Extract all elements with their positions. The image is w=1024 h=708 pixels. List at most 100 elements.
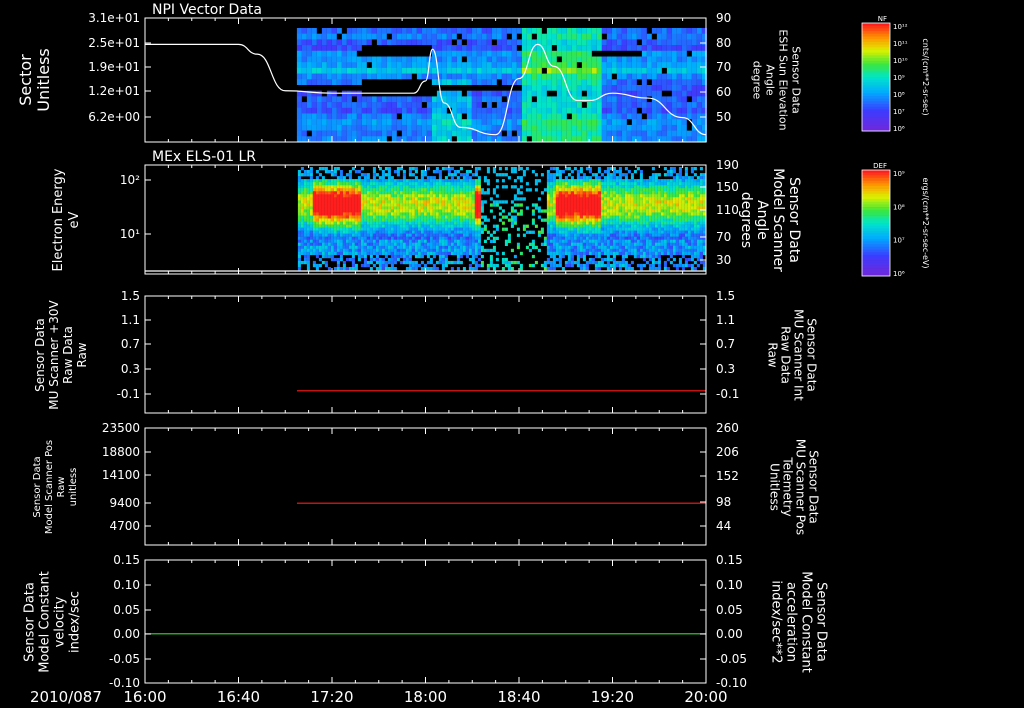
- spectrogram-cell: [414, 260, 418, 265]
- spectrogram-cell: [471, 79, 477, 86]
- spectrogram-cell: [582, 206, 586, 210]
- spectrogram-cell: [654, 254, 658, 259]
- spectrogram-cell: [567, 182, 571, 186]
- spectrogram-cell: [686, 39, 692, 46]
- spectrogram-cell: [351, 39, 357, 46]
- spectrogram-cell: [537, 197, 541, 201]
- spectrogram-cell: [618, 194, 622, 198]
- spectrogram-cell: [525, 167, 529, 171]
- spectrogram-cell: [441, 62, 447, 69]
- spectrogram-cell: [555, 167, 559, 171]
- spectrogram-cell: [492, 267, 496, 271]
- spectrogram-cell: [627, 200, 631, 204]
- spectrogram-cell: [390, 260, 394, 265]
- spectrogram-cell: [330, 194, 334, 198]
- spectrogram-cell: [339, 179, 343, 183]
- spectrogram-cell: [306, 242, 310, 246]
- spectrogram-cell: [426, 107, 432, 114]
- spectrogram-cell: [471, 67, 477, 74]
- spectrogram-cell: [561, 124, 567, 131]
- spectrogram-cell: [318, 194, 322, 198]
- spectrogram-cell: [596, 39, 602, 46]
- spectrogram-cell: [345, 236, 349, 240]
- spectrogram-cell: [666, 227, 670, 231]
- spectrogram-cell: [371, 107, 377, 114]
- spectrogram-cell: [636, 236, 640, 240]
- spectrogram-cell: [315, 194, 319, 198]
- spectrogram-cell: [441, 73, 447, 80]
- spectrogram-cell: [450, 167, 454, 171]
- spectrogram-cell: [600, 212, 604, 216]
- spectrogram-cell: [576, 182, 580, 186]
- spectrogram-cell: [526, 33, 532, 40]
- spectrogram-cell: [624, 188, 628, 192]
- spectrogram-cell: [624, 260, 628, 265]
- spectrogram-cell: [596, 124, 602, 131]
- spectrogram-cell: [384, 197, 388, 201]
- spectrogram-cell: [669, 251, 673, 256]
- spectrogram-cell: [636, 28, 642, 34]
- spectrogram-cell: [555, 173, 559, 177]
- spectrogram-cell: [390, 248, 394, 253]
- spectrogram-cell: [441, 218, 445, 222]
- spectrogram-cell: [551, 96, 557, 103]
- spectrogram-cell: [336, 119, 342, 126]
- spectrogram-cell: [586, 28, 592, 34]
- spectrogram-cell: [303, 251, 307, 256]
- spectrogram-cell: [339, 230, 343, 234]
- spectrogram-cell: [459, 212, 463, 216]
- spectrogram-cell: [393, 209, 397, 213]
- spectrogram-cell: [321, 79, 327, 86]
- spectrogram-cell: [456, 130, 462, 137]
- spectrogram-cell: [405, 215, 409, 219]
- spectrogram-cell: [570, 227, 574, 231]
- spectrogram-cell: [315, 233, 319, 237]
- spectrogram-cell: [426, 209, 430, 213]
- spectrogram-cell: [642, 224, 646, 228]
- spectrogram-cell: [312, 236, 316, 240]
- spectrogram-cell: [612, 218, 616, 222]
- spectrogram-cell: [366, 182, 370, 186]
- spectrogram-cell: [621, 85, 627, 91]
- spectrogram-cell: [480, 200, 484, 204]
- spectrogram-cell: [591, 242, 595, 246]
- spectrogram-cell: [393, 254, 397, 259]
- spectrogram-cell: [321, 96, 327, 103]
- spectrogram-cell: [381, 206, 385, 210]
- spectrogram-cell: [519, 251, 523, 256]
- spectrogram-cell: [444, 194, 448, 198]
- spectrogram-cell: [435, 236, 439, 240]
- spectrogram-cell: [436, 107, 442, 114]
- spectrogram-cell: [348, 215, 352, 219]
- spectrogram-cell: [306, 173, 310, 177]
- spectrogram-cell: [612, 251, 616, 256]
- spectrogram-cell: [596, 45, 602, 52]
- spectrogram-cell: [474, 203, 478, 207]
- spectrogram-cell: [521, 113, 527, 120]
- spectrogram-cell: [579, 200, 583, 204]
- spectrogram-cell: [570, 230, 574, 234]
- spectrogram-cell: [431, 96, 437, 103]
- spectrogram-cell: [381, 230, 385, 234]
- spectrogram-cell: [461, 39, 467, 46]
- spectrogram-cell: [537, 209, 541, 213]
- spectrogram-cell: [579, 176, 583, 180]
- spectrogram-cell: [676, 39, 682, 46]
- spectrogram-cell: [408, 212, 412, 216]
- spectrogram-cell: [626, 50, 632, 57]
- spectrogram-cell: [516, 45, 522, 52]
- spectrogram-cell: [531, 242, 535, 246]
- spectrogram-cell: [585, 191, 589, 195]
- spectrogram-cell: [660, 236, 664, 240]
- spectrogram-cell: [423, 218, 427, 222]
- spectrogram-cell: [666, 248, 670, 253]
- spectrogram-cell: [342, 179, 346, 183]
- spectrogram-cell: [315, 176, 319, 180]
- spectrogram-cell: [411, 67, 417, 74]
- spectrogram-cell: [342, 224, 346, 228]
- spectrogram-cell: [444, 254, 448, 259]
- spectrogram-cell: [660, 248, 664, 253]
- spectrogram-cell: [390, 263, 394, 268]
- spectrogram-cell: [663, 212, 667, 216]
- spectrogram-cell: [351, 245, 355, 250]
